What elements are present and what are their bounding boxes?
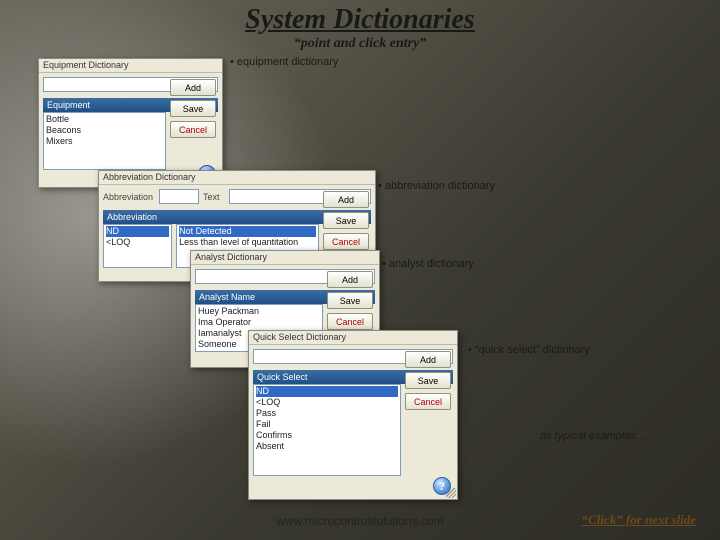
add-button[interactable]: Add [323,191,369,208]
panel-title: Equipment Dictionary [39,59,222,73]
save-button[interactable]: Save [170,100,216,117]
typical-examples: as typical examples… [540,430,647,442]
cancel-button[interactable]: Cancel [323,233,369,250]
panel-title: Analyst Dictionary [191,251,379,265]
list-item[interactable]: Not Detected [179,226,316,237]
bullet-quick-select: • “quick select” dictionary [468,344,590,356]
list-item[interactable]: Mixers [46,136,163,147]
page-title: System Dictionaries [0,4,720,36]
panel-title: Quick Select Dictionary [249,331,457,345]
quick-select-dictionary-panel: Quick Select Dictionary Add Save Cancel … [248,330,458,500]
abbrev-input[interactable] [159,189,199,204]
list-item[interactable]: <LOQ [106,237,169,248]
resize-handle[interactable] [446,488,456,498]
bullet-abbreviation: • abbreviation dictionary [378,180,495,192]
list-item[interactable]: ND [256,386,398,397]
list-item[interactable]: Huey Packman [198,306,320,317]
add-button[interactable]: Add [327,271,373,288]
abbrev-label: Abbreviation [103,192,155,202]
save-button[interactable]: Save [327,292,373,309]
quick-select-list[interactable]: ND <LOQ Pass Fail Confirms Absent [253,384,401,476]
list-item[interactable]: Absent [256,441,398,452]
next-slide-link[interactable]: “Click” for next slide [582,512,696,528]
list-item[interactable]: Bottle [46,114,163,125]
add-button[interactable]: Add [170,79,216,96]
page-subtitle: “point and click entry” [0,36,720,52]
panel-title: Abbreviation Dictionary [99,171,375,185]
list-item[interactable]: Pass [256,408,398,419]
list-item[interactable]: Beacons [46,125,163,136]
list-item[interactable]: <LOQ [256,397,398,408]
text-label: Text [203,192,225,202]
button-column: Add Save Cancel [405,351,451,410]
list-item[interactable]: ND [106,226,169,237]
cancel-button[interactable]: Cancel [170,121,216,138]
list-item[interactable]: Less than level of quantitation [179,237,316,248]
button-column: Add Save Cancel [327,271,373,330]
list-item[interactable]: Fail [256,419,398,430]
list-item[interactable]: Ima Operator [198,317,320,328]
abbrev-col[interactable]: ND <LOQ [103,224,172,268]
bullet-equipment: • equipment dictionary [230,56,338,68]
list-item[interactable]: Confirms [256,430,398,441]
save-button[interactable]: Save [323,212,369,229]
bullet-analyst: • analyst dictionary [382,258,474,270]
cancel-button[interactable]: Cancel [405,393,451,410]
button-column: Add Save Cancel [323,191,369,250]
button-column: Add Save Cancel [170,79,216,138]
add-button[interactable]: Add [405,351,451,368]
equipment-list[interactable]: Bottle Beacons Mixers [43,112,166,170]
save-button[interactable]: Save [405,372,451,389]
equipment-dictionary-panel: Equipment Dictionary Add Save Cancel Equ… [38,58,223,188]
cancel-button[interactable]: Cancel [327,313,373,330]
